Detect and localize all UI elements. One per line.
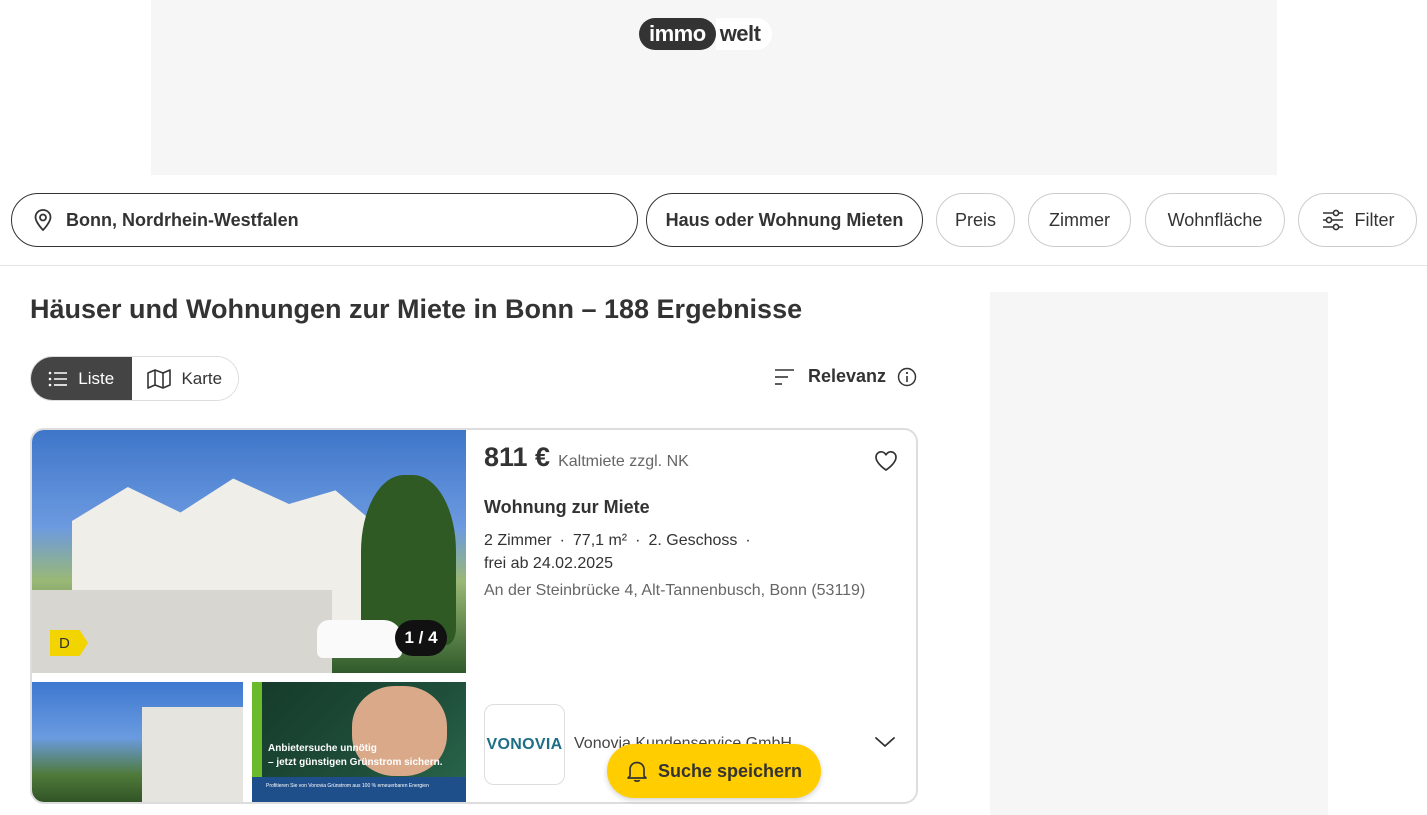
area-filter-button[interactable]: Wohnfläche [1145, 193, 1285, 247]
ad-footer-bar: Profitieren Sie von Vonovia Grünstrom au… [252, 777, 466, 802]
heart-icon[interactable] [874, 450, 898, 472]
sort-lines-icon [775, 368, 794, 385]
sort-dropdown[interactable]: Relevanz [774, 366, 917, 387]
car-shape [317, 620, 402, 658]
save-search-label: Suche speichern [657, 760, 803, 781]
price-filter-button[interactable]: Preis [936, 193, 1015, 247]
map-icon [147, 368, 172, 389]
ad-small-text: Profitieren Sie von Vonovia Grünstrom au… [266, 783, 429, 789]
sidebar-ad [990, 292, 1328, 815]
rooms-fact: 2 Zimmer [484, 532, 552, 549]
search-filter-bar: Bonn, Nordrhein-Westfalen Haus oder Wohn… [0, 193, 1427, 247]
header-divider [0, 265, 1427, 266]
results-heading: Häuser und Wohnungen zur Miete in Bonn –… [30, 294, 803, 324]
sliders-icon [1322, 209, 1343, 231]
listing-address: An der Steinbrücke 4, Alt-Tannenbusch, B… [484, 582, 866, 599]
image-counter: 1 / 4 [395, 620, 447, 656]
view-toggle: Liste Karte [30, 356, 239, 401]
list-icon [48, 371, 68, 386]
location-search-input[interactable]: Bonn, Nordrhein-Westfalen [11, 193, 638, 247]
immowelt-logo[interactable]: immo welt [639, 18, 773, 50]
logo-welt: welt [715, 18, 773, 50]
list-view-label: Liste [78, 368, 115, 388]
provider-logo[interactable]: VONOVIA [484, 704, 565, 785]
listing-main-image[interactable]: D 1 / 4 [32, 430, 466, 673]
save-search-button[interactable]: Suche speichern [607, 744, 821, 798]
map-view-label: Karte [181, 368, 223, 388]
list-view-button[interactable]: Liste [31, 357, 132, 400]
ad-headline: Anbietersuche unnötig – jetzt günstigen … [268, 742, 448, 770]
ad-line-2: – jetzt günstigen Grünstrom sichern. [268, 757, 443, 768]
more-filters-button[interactable]: Filter [1298, 193, 1417, 247]
price-row: 811 € Kaltmiete zzgl. NK [484, 442, 689, 473]
listing-price: 811 € [484, 442, 551, 472]
listing-title: Wohnung zur Miete [484, 497, 650, 517]
sort-label: Relevanz [808, 366, 887, 386]
chevron-down-icon[interactable] [874, 735, 896, 749]
listing-thumbnail-1[interactable] [32, 682, 243, 802]
location-value: Bonn, Nordrhein-Westfalen [66, 209, 299, 230]
listing-facts: 2 Zimmer · 77,1 m² · 2. Geschoss · [484, 532, 751, 549]
map-pin-icon [34, 209, 52, 232]
ad-line-1: Anbietersuche unnötig [268, 743, 377, 754]
filter-label: Filter [1354, 209, 1395, 230]
floor-fact: 2. Geschoss [648, 532, 738, 549]
area-fact: 77,1 m² [572, 532, 628, 549]
bell-icon [627, 761, 647, 782]
info-icon[interactable] [897, 367, 917, 387]
price-note: Kaltmiete zzgl. NK [558, 453, 689, 470]
logo-immo: immo [639, 18, 716, 50]
availability: frei ab 24.02.2025 [484, 555, 613, 572]
purpose-dropdown[interactable]: Haus oder Wohnung Mieten [646, 193, 923, 247]
rooms-filter-button[interactable]: Zimmer [1028, 193, 1131, 247]
map-view-button[interactable]: Karte [131, 357, 238, 400]
listing-thumbnail-ad[interactable]: Anbietersuche unnötig – jetzt günstigen … [252, 682, 466, 802]
thumbnail-building-shape [142, 707, 243, 802]
